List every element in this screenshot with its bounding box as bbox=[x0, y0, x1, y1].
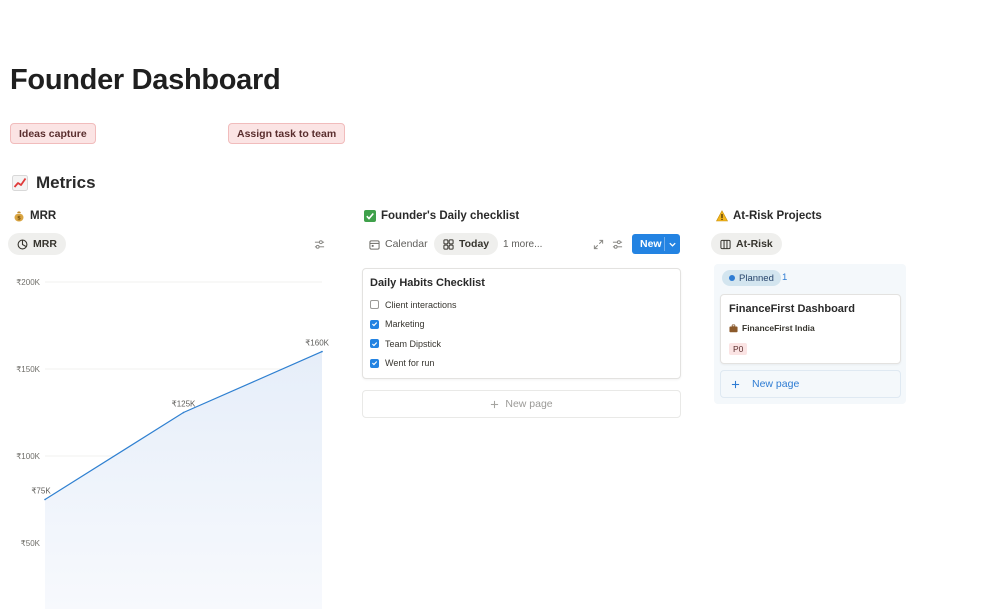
checklist-item-label: Team Dipstick bbox=[385, 338, 442, 349]
status-dot-icon bbox=[729, 275, 735, 281]
at-risk-title: At-Risk Projects bbox=[733, 210, 822, 222]
data-point bbox=[321, 350, 323, 353]
checklist-title: Founder's Daily checklist bbox=[381, 210, 520, 222]
more-views-tab[interactable]: 1 more... bbox=[498, 233, 547, 255]
checklist-items: Client interactions Marketing Team Dipst… bbox=[370, 295, 673, 373]
ideas-capture-button[interactable]: Ideas capture bbox=[10, 123, 96, 144]
metrics-heading-label: Metrics bbox=[36, 173, 96, 192]
data-point bbox=[44, 498, 46, 501]
expand-icon[interactable] bbox=[593, 239, 604, 250]
checklist-item[interactable]: Team Dipstick bbox=[370, 334, 673, 354]
check-mark-button-icon bbox=[364, 210, 376, 222]
mrr-chart-view-tab[interactable]: MRR bbox=[8, 233, 66, 255]
new-button-divider bbox=[664, 237, 665, 251]
today-view-label: Today bbox=[459, 238, 490, 250]
checkbox[interactable] bbox=[370, 300, 379, 310]
new-page-label: New page bbox=[752, 378, 800, 390]
at-risk-block-title: At-Risk Projects bbox=[716, 210, 822, 222]
priority-tag-row: P0 bbox=[729, 339, 892, 357]
project-card-title: FinanceFirst Dashboard bbox=[729, 303, 855, 315]
data-point bbox=[182, 411, 185, 414]
mrr-title: MRR bbox=[30, 210, 57, 222]
planned-status-pill[interactable]: Planned bbox=[722, 270, 781, 286]
mrr-view-label: MRR bbox=[33, 238, 57, 250]
new-page-label: New page bbox=[505, 398, 553, 410]
gallery-grid-icon bbox=[443, 238, 454, 250]
y-tick-label: ₹100K bbox=[16, 452, 40, 461]
check-icon bbox=[372, 361, 378, 366]
page-title: Founder Dashboard bbox=[10, 64, 281, 96]
priority-badge: P0 bbox=[729, 343, 748, 355]
checkbox[interactable] bbox=[370, 358, 379, 368]
y-tick-label: ₹50K bbox=[21, 539, 41, 548]
svg-text:$: $ bbox=[17, 216, 21, 222]
today-view-tab[interactable]: Today bbox=[434, 233, 499, 255]
planned-count: 1 bbox=[782, 272, 788, 283]
metrics-heading: Metrics bbox=[12, 173, 96, 193]
checklist-item-label: Client interactions bbox=[385, 299, 457, 310]
checklist-item[interactable]: Client interactions bbox=[370, 295, 673, 315]
calendar-view-tab[interactable]: Calendar bbox=[364, 233, 433, 255]
mrr-area bbox=[45, 351, 322, 609]
checklist-item-label: Marketing bbox=[385, 319, 425, 330]
check-icon bbox=[372, 341, 378, 347]
checklist-new-page-button[interactable]: New page bbox=[362, 390, 681, 418]
page: Founder Dashboard Ideas capture Assign t… bbox=[0, 0, 1005, 609]
at-risk-new-page-button[interactable]: New page bbox=[720, 370, 901, 398]
checkbox[interactable] bbox=[370, 319, 379, 329]
chart-increasing-icon bbox=[12, 175, 28, 191]
assign-task-button[interactable]: Assign task to team bbox=[228, 123, 346, 144]
y-tick-label: ₹150K bbox=[16, 365, 40, 374]
check-icon bbox=[372, 322, 378, 327]
at-risk-board-view-tab[interactable]: At-Risk bbox=[711, 233, 782, 255]
checklist-item-label: Went for run bbox=[385, 358, 435, 369]
board-columns-icon bbox=[720, 239, 731, 249]
plus-icon bbox=[731, 380, 740, 388]
planned-label: Planned bbox=[739, 272, 774, 284]
calendar-view-label: Calendar bbox=[385, 238, 428, 250]
warning-icon bbox=[716, 210, 728, 222]
plus-icon bbox=[491, 400, 499, 408]
filter-settings-icon[interactable] bbox=[314, 239, 325, 250]
daily-habits-card[interactable]: Daily Habits Checklist Client interactio… bbox=[362, 268, 681, 379]
pie-chart-icon bbox=[17, 239, 28, 249]
data-label: ₹125K bbox=[172, 400, 196, 409]
checklist-block-title: Founder's Daily checklist bbox=[364, 210, 519, 222]
filter-settings-icon[interactable] bbox=[612, 239, 623, 250]
data-label: ₹75K bbox=[31, 487, 51, 496]
new-button[interactable]: New bbox=[632, 234, 680, 254]
project-client-label: FinanceFirst India bbox=[742, 323, 815, 333]
project-card[interactable]: FinanceFirst Dashboard FinanceFirst Indi… bbox=[720, 294, 901, 364]
at-risk-view-label: At-Risk bbox=[736, 238, 773, 250]
new-button-label: New bbox=[640, 238, 662, 250]
mrr-block-title: $ MRR bbox=[13, 210, 56, 222]
calendar-icon bbox=[369, 239, 380, 250]
checkbox[interactable] bbox=[370, 339, 379, 349]
checklist-item[interactable]: Marketing bbox=[370, 315, 673, 335]
data-label: ₹160K bbox=[305, 339, 329, 348]
chevron-down-icon[interactable] bbox=[668, 240, 677, 249]
y-tick-label: ₹200K bbox=[16, 278, 40, 287]
project-client: FinanceFirst India bbox=[729, 323, 892, 333]
mrr-chart: ₹50K ₹100K ₹150K ₹200K ₹75K ₹125K ₹160K bbox=[16, 278, 330, 609]
briefcase-icon bbox=[729, 323, 738, 332]
daily-habits-card-title: Daily Habits Checklist bbox=[370, 277, 485, 289]
money-bag-icon: $ bbox=[14, 211, 24, 222]
checklist-item[interactable]: Went for run bbox=[370, 354, 673, 374]
